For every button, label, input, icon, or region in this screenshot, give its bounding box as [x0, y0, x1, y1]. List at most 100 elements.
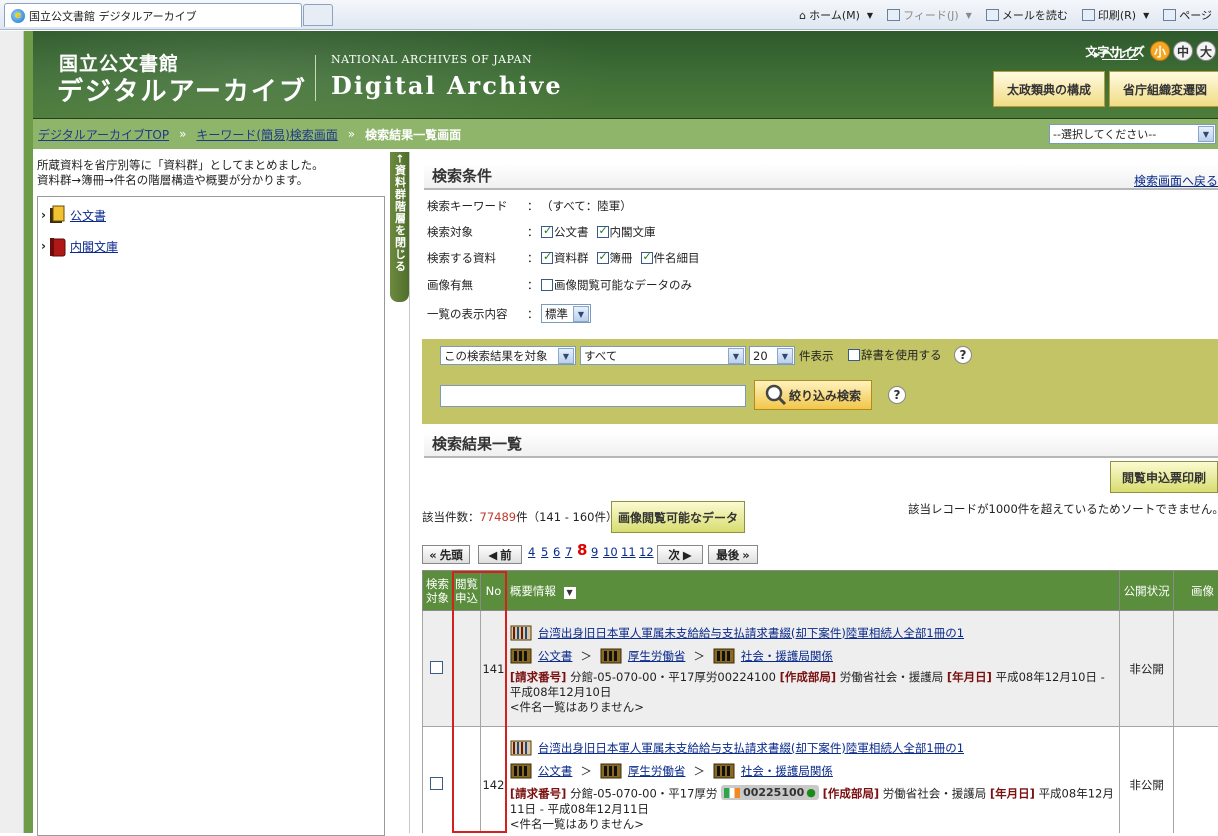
field-select[interactable]: すべて ▼ [580, 346, 746, 365]
page-link-12[interactable]: 12 [639, 545, 654, 559]
page-link-10[interactable]: 10 [603, 545, 618, 559]
tree-item-naikaku-bunko[interactable]: › 内閣文庫 [41, 236, 118, 256]
font-size-medium-button[interactable]: 中 [1173, 41, 1193, 61]
request-number-badge[interactable]: 00225100 ● [721, 785, 819, 800]
feeds-button[interactable]: フィード(J)▼ [887, 7, 972, 23]
chevron-down-icon: ▼ [728, 348, 744, 364]
font-size-label: 文字サイズ [1085, 43, 1145, 60]
page-link-5[interactable]: 5 [541, 545, 548, 559]
page-link-7[interactable]: 7 [565, 545, 572, 559]
ie-icon: e [11, 9, 25, 23]
left-arrow-icon: ◀ [488, 548, 497, 562]
breadcrumb-top-link[interactable]: デジタルアーカイブTOP [38, 126, 169, 143]
record-meta: [請求番号] 分館-05-070-00・平17厚労00224100 [作成部局]… [510, 670, 1116, 700]
breadcrumb-separator: » [348, 127, 355, 141]
record-note: <件名一覧はありません> [510, 700, 1116, 715]
col-target: 検索対象 [423, 571, 453, 611]
page-left-border [24, 31, 33, 833]
panel-splitter [409, 152, 410, 833]
per-page-select[interactable]: 20 ▼ [749, 346, 795, 365]
breadcrumb-separator: » [179, 127, 186, 141]
record-note: <件名一覧はありません> [510, 817, 1116, 832]
record-title-link[interactable]: 台湾出身旧日本軍人軍属未支給給与支払請求書綴(却下案件)陸軍相続人全部1冊の1 [538, 741, 964, 756]
breadcrumb-keyword-link[interactable]: キーワード(簡易)検索画面 [196, 126, 337, 143]
ministry-chart-link[interactable]: 省庁組織変遷図 [1109, 71, 1218, 107]
collapse-hierarchy-tab[interactable]: ←資料群階層を閉じる [390, 152, 409, 302]
archive-box-icon [713, 762, 735, 780]
logo-jp-line2: デジタルアーカイブ [57, 71, 307, 108]
mail-button[interactable]: メールを読む [986, 7, 1068, 23]
font-size-small-button[interactable]: 小 [1150, 41, 1170, 61]
book-icon [48, 236, 66, 256]
row-select-cell [423, 727, 453, 834]
path-link-2[interactable]: 厚生労働省 [628, 649, 686, 664]
path-link-1[interactable]: 公文書 [538, 764, 573, 779]
browser-tab[interactable]: e 国立公文書館 デジタルアーカイブ [4, 3, 302, 27]
chevron-down-icon: ▼ [573, 306, 589, 322]
row-select-checkbox[interactable] [430, 777, 443, 790]
first-page-button[interactable]: «先頭 [422, 545, 470, 564]
image-only-checkbox[interactable] [541, 279, 553, 291]
page-jump-select[interactable]: --選択してください-- ▼ [1049, 124, 1216, 144]
logo-divider [315, 55, 316, 101]
print-button[interactable]: 印刷(R)▼ [1082, 7, 1149, 23]
path-link-3[interactable]: 社会・援護局関係 [741, 764, 833, 779]
dictionary-option: 辞書を使用する [848, 347, 942, 363]
new-tab-button[interactable] [303, 4, 333, 26]
sort-note: 該当レコードが1000件を超えているためソートできません。 [908, 501, 1218, 517]
status-cell: 非公開 [1120, 727, 1174, 834]
refine-search-button[interactable]: 絞り込み検索 [754, 380, 872, 410]
phone-icon: ● [806, 785, 816, 800]
condition-display: 一覧の表示内容 ： 標準 ▼ [427, 304, 591, 323]
page-link-4[interactable]: 4 [528, 545, 535, 559]
col-apply: 閲覧申込 [452, 571, 480, 611]
display-content-select[interactable]: 標準 ▼ [541, 304, 591, 323]
chevron-right-icon: › [41, 239, 46, 253]
path-link-3[interactable]: 社会・援護局関係 [741, 649, 833, 664]
page-menu[interactable]: ページ [1163, 7, 1212, 23]
col-image: 画像 [1174, 571, 1218, 611]
path-link-2[interactable]: 厚生労働省 [628, 764, 686, 779]
help-icon[interactable]: ? [954, 346, 972, 364]
material-group-checkbox[interactable] [541, 252, 553, 264]
target-kobunsho-checkbox[interactable] [541, 226, 553, 238]
print-application-button[interactable]: 閲覧申込票印刷 [1110, 461, 1218, 493]
summary-cell: 台湾出身旧日本軍人軍属未支給給与支払請求書綴(却下案件)陸軍相続人全部1冊の1 … [506, 611, 1119, 727]
back-to-search-link[interactable]: 検索画面へ戻る [1134, 172, 1218, 189]
folder-book-icon [48, 205, 66, 225]
conditions-title: 検索条件 [424, 164, 1218, 190]
dictionary-checkbox[interactable] [848, 349, 860, 361]
refine-keyword-input[interactable] [440, 385, 746, 407]
record-path: 公文書＞ 厚生労働省＞ 社会・援護局関係 [510, 762, 1116, 780]
tree-item-kobunsho[interactable]: › 公文書 [41, 205, 106, 225]
page-link-9[interactable]: 9 [591, 545, 598, 559]
record-title-link[interactable]: 台湾出身旧日本軍人軍属未支給給与支払請求書綴(却下案件)陸軍相続人全部1冊の1 [538, 626, 964, 641]
browser-command-bar: e 国立公文書館 デジタルアーカイブ ⌂ホーム(M)▼ フィード(J)▼ メール… [0, 0, 1218, 30]
page-link-11[interactable]: 11 [621, 545, 636, 559]
dajo-ruiten-link[interactable]: 太政類典の構成 [993, 71, 1105, 107]
page-link-6[interactable]: 6 [553, 545, 560, 559]
help-icon[interactable]: ? [888, 386, 906, 404]
books-icon [510, 624, 532, 642]
path-link-1[interactable]: 公文書 [538, 649, 573, 664]
image-available-button[interactable]: 画像閲覧可能なデータ [611, 501, 745, 533]
next-page-button[interactable]: 次▶ [657, 545, 703, 564]
col-summary[interactable]: 概要情報 ▼ [506, 571, 1119, 611]
row-select-checkbox[interactable] [430, 661, 443, 674]
scope-select[interactable]: この検索結果を対象 ▼ [440, 346, 576, 365]
record-path: 公文書＞ 厚生労働省＞ 社会・援護局関係 [510, 647, 1116, 665]
per-page-label: 件表示 [799, 348, 834, 364]
prev-page-button[interactable]: ◀前 [478, 545, 522, 564]
dropdown-icon[interactable]: ▼ [564, 587, 576, 599]
window-left-margin [0, 31, 24, 833]
last-page-button[interactable]: 最後» [708, 545, 758, 564]
summary-cell: 台湾出身旧日本軍人軍属未支給給与支払請求書綴(却下案件)陸軍相続人全部1冊の1 … [506, 727, 1119, 834]
mail-icon [986, 9, 999, 21]
material-item-checkbox[interactable] [641, 252, 653, 264]
target-naikaku-checkbox[interactable] [597, 226, 609, 238]
archive-box-icon [510, 762, 532, 780]
font-size-large-button[interactable]: 大 [1196, 41, 1216, 61]
material-volume-checkbox[interactable] [597, 252, 609, 264]
double-right-icon: » [742, 548, 749, 562]
home-button[interactable]: ⌂ホーム(M)▼ [799, 7, 873, 23]
